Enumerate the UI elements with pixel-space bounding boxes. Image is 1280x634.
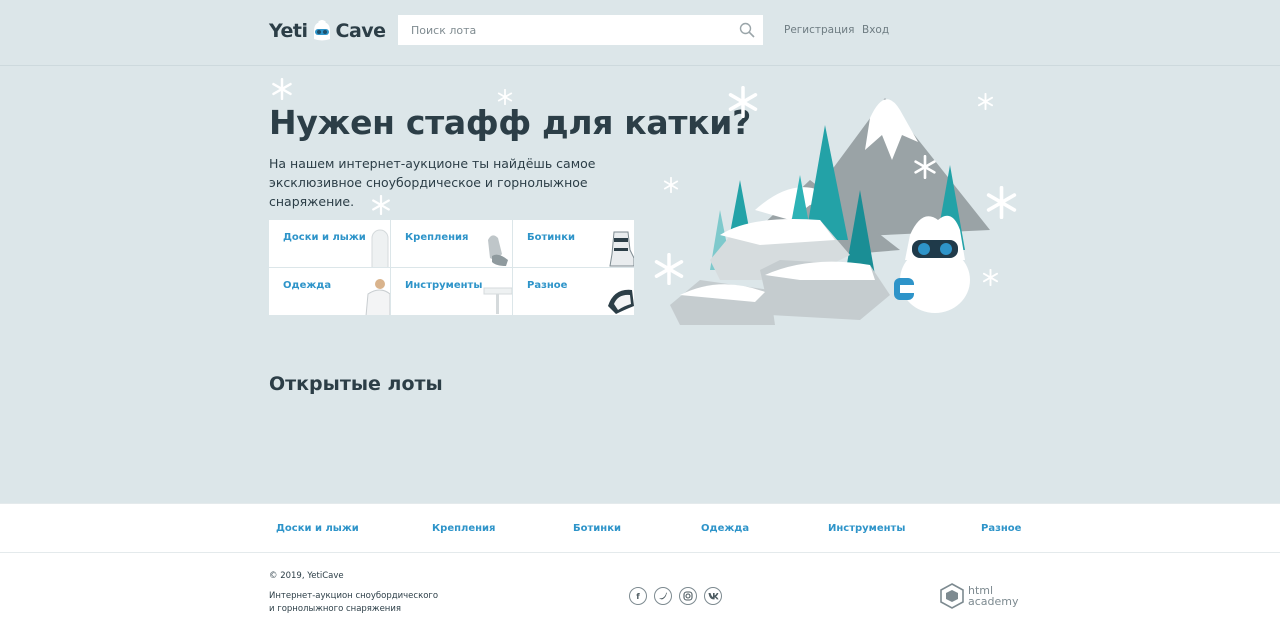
twitter-icon[interactable] bbox=[654, 587, 672, 605]
yeti-logo-icon bbox=[313, 20, 330, 41]
search-icon[interactable] bbox=[739, 22, 755, 38]
lots-title: Открытые лоты bbox=[269, 373, 443, 395]
copyright: © 2019, YetiCave bbox=[269, 571, 344, 581]
category-label: Доски и лыжи bbox=[283, 232, 366, 243]
footer-nav: Доски и лыжи Крепления Ботинки Одежда Ин… bbox=[0, 503, 1280, 553]
search-input[interactable] bbox=[398, 15, 728, 45]
facebook-icon[interactable]: f bbox=[629, 587, 647, 605]
category-label: Разное bbox=[527, 280, 568, 291]
logo-text-left: Yeti bbox=[269, 20, 308, 42]
snowflake-icon bbox=[272, 78, 292, 100]
boot-icon bbox=[609, 231, 634, 267]
footer-nav-misc[interactable]: Разное bbox=[981, 523, 1021, 534]
html-academy-logo[interactable]: html academy bbox=[940, 583, 1019, 609]
snowflake-icon bbox=[914, 155, 936, 179]
snowflake-icon bbox=[654, 253, 684, 285]
category-boots[interactable]: Ботинки bbox=[513, 220, 634, 267]
category-label: Крепления bbox=[405, 232, 469, 243]
category-label: Инструменты bbox=[405, 280, 483, 291]
jacket-icon bbox=[365, 279, 390, 315]
academy-icon bbox=[940, 583, 964, 609]
category-label: Ботинки bbox=[527, 232, 575, 243]
category-bindings[interactable]: Крепления bbox=[391, 220, 512, 267]
search-form bbox=[398, 15, 763, 45]
category-clothing[interactable]: Одежда bbox=[269, 268, 390, 315]
snowflake-icon bbox=[977, 93, 994, 110]
goggles-icon bbox=[608, 289, 634, 314]
footer-nav-tools[interactable]: Инструменты bbox=[828, 523, 905, 534]
vk-icon[interactable] bbox=[704, 587, 722, 605]
academy-line-2: academy bbox=[968, 595, 1019, 608]
tool-icon bbox=[483, 287, 512, 314]
footer-nav-clothing[interactable]: Одежда bbox=[701, 523, 749, 534]
snowflake-icon bbox=[986, 186, 1017, 219]
register-link[interactable]: Регистрация bbox=[784, 24, 854, 36]
site-header: Yeti Cave Регистрация Вход bbox=[0, 0, 1280, 66]
mountain-yeti-illustration bbox=[670, 98, 990, 325]
snowflake-icon bbox=[728, 86, 758, 118]
snowflake-icon bbox=[982, 269, 999, 286]
snowflake-icon bbox=[663, 177, 679, 193]
category-misc[interactable]: Разное bbox=[513, 268, 634, 315]
social-links: f bbox=[629, 587, 722, 605]
board-icon bbox=[371, 229, 389, 267]
footer-about: Интернет-аукцион сноубордического и горн… bbox=[269, 591, 439, 614]
footer-nav-bindings[interactable]: Крепления bbox=[432, 523, 495, 534]
category-grid: Доски и лыжи Крепления Ботинки Одежда Ин… bbox=[269, 220, 635, 315]
snowflake-icon bbox=[497, 89, 513, 105]
login-link[interactable]: Вход bbox=[862, 24, 889, 36]
logo-text-right: Cave bbox=[335, 20, 387, 42]
logo[interactable]: Yeti Cave bbox=[269, 14, 386, 48]
category-label: Одежда bbox=[283, 280, 332, 291]
promo-text: На нашем интернет-аукционе ты найдёшь са… bbox=[269, 156, 596, 209]
footer-nav-boards[interactable]: Доски и лыжи bbox=[276, 523, 359, 534]
instagram-icon[interactable] bbox=[679, 587, 697, 605]
binding-icon bbox=[488, 235, 508, 266]
site-footer: © 2019, YetiCave Интернет-аукцион сноубо… bbox=[0, 553, 1280, 634]
category-tools[interactable]: Инструменты bbox=[391, 268, 512, 315]
snowflake-icon bbox=[372, 195, 390, 215]
footer-nav-boots[interactable]: Ботинки bbox=[573, 523, 621, 534]
category-boards[interactable]: Доски и лыжи bbox=[269, 220, 390, 267]
